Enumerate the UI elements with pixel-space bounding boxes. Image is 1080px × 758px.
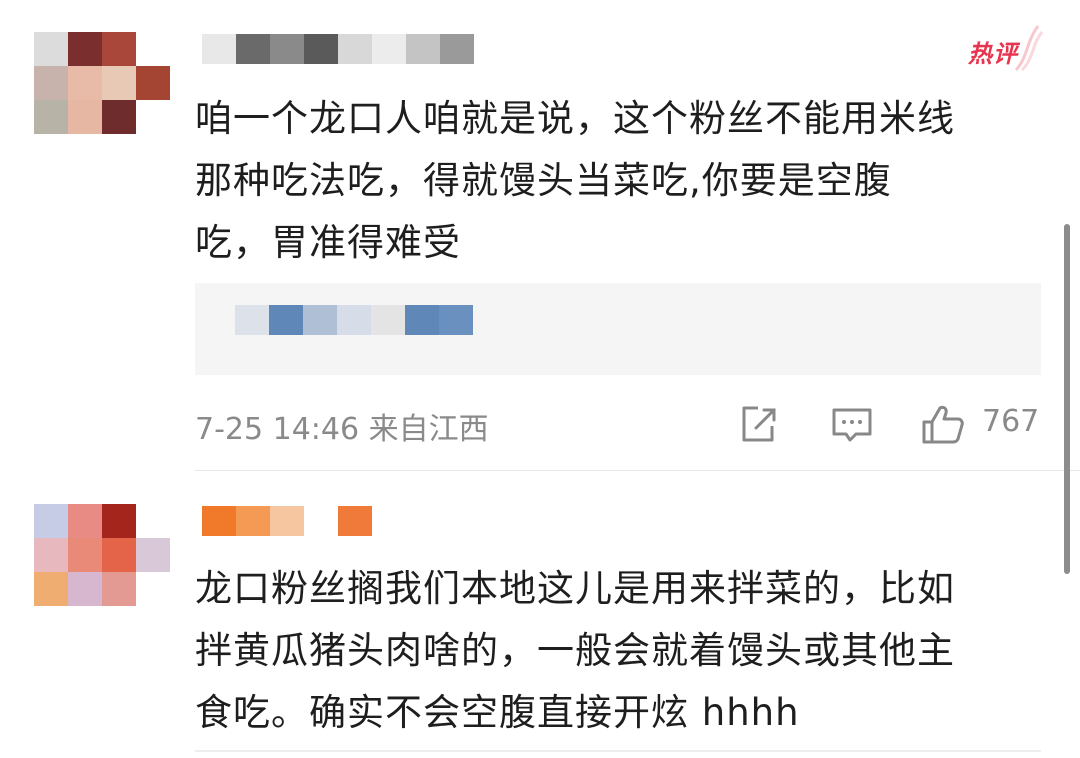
- blur-block: [269, 305, 303, 335]
- avatar-pixel: [136, 66, 170, 100]
- blur-block: [405, 305, 439, 335]
- divider: [195, 470, 1080, 471]
- blur-block: [304, 34, 338, 64]
- blur-block: [303, 305, 337, 335]
- avatar-pixel: [68, 32, 102, 66]
- avatar-pixel: [68, 538, 102, 572]
- username[interactable]: [202, 34, 474, 64]
- avatar-pixel: [136, 100, 170, 134]
- avatar-pixel: [136, 504, 170, 538]
- blur-block: [372, 34, 406, 64]
- blur-block: [202, 506, 236, 536]
- avatar[interactable]: [34, 504, 170, 606]
- avatar-pixel: [68, 100, 102, 134]
- avatar-pixel: [136, 538, 170, 572]
- blur-block: [235, 305, 269, 335]
- avatar-pixel: [68, 504, 102, 538]
- share-icon[interactable]: [736, 402, 780, 446]
- avatar-pixel: [102, 100, 136, 134]
- avatar-pixel: [34, 572, 68, 606]
- avatar-pixel: [102, 572, 136, 606]
- blur-block: [338, 506, 372, 536]
- avatar-pixel: [34, 100, 68, 134]
- comment-meta: 7-25 14:46 来自江西: [195, 404, 489, 448]
- avatar-pixel: [102, 504, 136, 538]
- blur-block: [371, 305, 405, 335]
- avatar-pixel: [102, 538, 136, 572]
- avatar-pixel: [102, 66, 136, 100]
- blur-block: [270, 34, 304, 64]
- blur-block: [406, 34, 440, 64]
- comment-text: 龙口粉丝搁我们本地这儿是用来拌菜的，比如 拌黄瓜猪头肉啥的，一般会就着馒头或其他…: [195, 567, 955, 734]
- blur-block: [304, 506, 338, 536]
- avatar[interactable]: [34, 32, 170, 134]
- avatar-pixel: [34, 538, 68, 572]
- username[interactable]: [202, 506, 372, 536]
- divider: [195, 750, 1041, 752]
- blur-block: [236, 34, 270, 64]
- comment-icon[interactable]: [830, 402, 874, 446]
- timestamp: 7-25 14:46: [195, 412, 360, 447]
- comment-text: 咱一个龙口人咱就是说，这个粉丝不能用米线 那种吃法吃，得就馒头当菜吃,你要是空腹…: [195, 97, 955, 264]
- avatar-pixel: [34, 32, 68, 66]
- avatar-pixel: [68, 572, 102, 606]
- avatar-pixel: [102, 32, 136, 66]
- quoted-reply[interactable]: [195, 283, 1041, 375]
- blur-block: [439, 305, 473, 335]
- location: 来自江西: [368, 412, 489, 447]
- blur-block: [270, 506, 304, 536]
- avatar-pixel: [136, 572, 170, 606]
- like-icon[interactable]: [920, 402, 964, 446]
- avatar-pixel: [136, 32, 170, 66]
- avatar-pixel: [68, 66, 102, 100]
- blur-block: [338, 34, 372, 64]
- blur-block: [337, 305, 371, 335]
- avatar-pixel: [34, 66, 68, 100]
- flame-icon: [1014, 25, 1044, 72]
- blur-block: [202, 34, 236, 64]
- avatar-pixel: [34, 504, 68, 538]
- scrollbar[interactable]: [1064, 224, 1070, 574]
- like-count: 767: [982, 404, 1040, 439]
- blur-block: [236, 506, 270, 536]
- blur-block: [440, 34, 474, 64]
